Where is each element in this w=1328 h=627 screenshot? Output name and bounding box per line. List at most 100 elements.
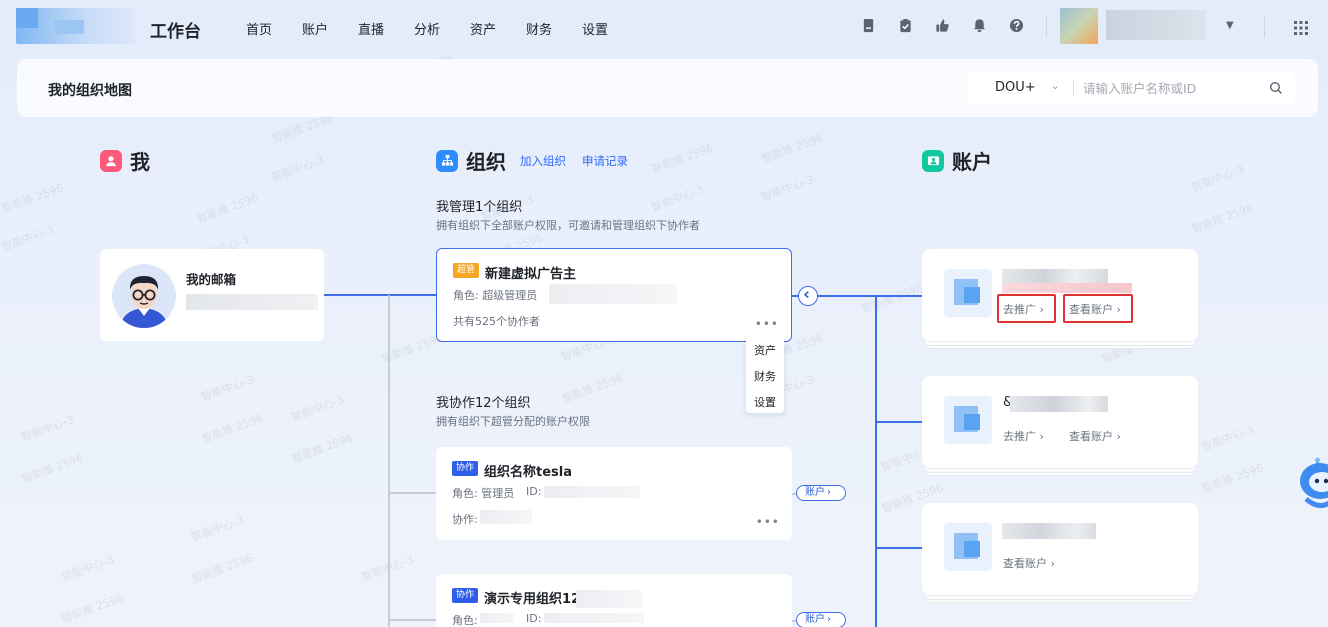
join-org-link[interactable]: 加入组织 xyxy=(520,153,566,169)
admin-badge: 超管 xyxy=(453,263,480,278)
promote-link[interactable]: 去推广 › xyxy=(1003,428,1044,444)
chevron-down-icon[interactable]: ▼ xyxy=(1226,20,1234,31)
highlight-box xyxy=(1063,294,1133,323)
nav-live[interactable]: 直播 xyxy=(358,19,414,38)
menu-item-finance[interactable]: 财务 xyxy=(754,368,776,384)
collab-org-card-2[interactable]: 协作 演示专用组织12222 角色: ID: xyxy=(436,574,792,627)
app-grid-icon[interactable] xyxy=(1293,20,1309,36)
managed-org-card[interactable]: 超管 新建虚拟广告主 角色: 超级管理员 共有525个协作者 ••• xyxy=(436,248,792,342)
search-input[interactable] xyxy=(1083,78,1263,98)
toolbar-divider-2 xyxy=(1264,16,1265,38)
org-id-label: ID: xyxy=(526,612,542,625)
watermark-text: 智能推 2596 xyxy=(19,451,85,486)
nav-assets[interactable]: 资产 xyxy=(470,19,526,38)
collapse-button[interactable] xyxy=(798,286,818,306)
platform-select[interactable]: DOU+ xyxy=(995,80,1036,95)
apply-records-link[interactable]: 申请记录 xyxy=(582,153,628,169)
account-card-3[interactable]: 查看账户 › xyxy=(922,503,1198,595)
view-account-link[interactable]: 查看账户 › xyxy=(1069,428,1121,444)
me-name: 我的邮箱 xyxy=(186,272,237,287)
watermark-text: 智能推 2596 xyxy=(189,551,255,586)
top-navbar: 工作台 首页 账户 直播 分析 资产 财务 设置 ▼ xyxy=(0,0,1328,56)
more-icon[interactable]: ••• xyxy=(755,317,779,331)
chevron-down-icon[interactable]: ⌄ xyxy=(1051,81,1059,92)
org-role: 角色: 管理员 xyxy=(452,487,515,500)
account-card-2[interactable]: & 去推广 › 查看账户 › xyxy=(922,376,1198,468)
account-card-1[interactable]: 去推广 › 查看账户 › xyxy=(922,249,1198,341)
document-icon[interactable] xyxy=(860,18,876,34)
view-account-link[interactable]: 查看账户 › xyxy=(1003,555,1055,571)
org-role: 角色: 超级管理员 xyxy=(453,289,538,302)
org-id-blurred xyxy=(544,613,644,623)
search-icon[interactable] xyxy=(1269,80,1283,94)
org-name: 组织名称tesla xyxy=(484,465,572,480)
account-icon xyxy=(922,149,944,172)
nav-account[interactable]: 账户 xyxy=(302,19,358,38)
logo[interactable] xyxy=(16,8,136,44)
account-section-header: 账户 xyxy=(922,146,992,175)
user-avatar[interactable] xyxy=(1060,8,1098,44)
menu-item-settings[interactable]: 设置 xyxy=(754,394,776,410)
page-title: 我的组织地图 xyxy=(48,83,132,99)
nav-finance[interactable]: 财务 xyxy=(526,19,582,38)
watermark-text: 智能推 2596 xyxy=(289,431,355,466)
managed-org-desc: 拥有组织下全部账户权限，可邀请和管理组织下协作者 xyxy=(436,219,700,232)
me-card[interactable]: 我的邮箱 xyxy=(100,249,324,341)
account-pill-button[interactable]: 账户 › xyxy=(796,612,846,627)
nav-home[interactable]: 首页 xyxy=(246,19,302,38)
collab-org-desc: 拥有组织下超管分配的账户权限 xyxy=(436,415,590,428)
watermark-text: 智能推 2596 xyxy=(1189,201,1255,236)
account-thumbnail xyxy=(944,523,992,571)
org-branch-2 xyxy=(390,619,436,621)
account-branch-2 xyxy=(875,421,922,423)
watermark-text: 智能推 2596 xyxy=(759,131,825,166)
collaborator-blurred xyxy=(480,510,532,524)
account-name-blurred xyxy=(1010,396,1108,412)
watermark-text: 智能中心-3 xyxy=(1189,162,1246,194)
menu-item-assets[interactable]: 资产 xyxy=(754,342,776,358)
user-name-blurred[interactable] xyxy=(1106,10,1206,40)
watermark-text: 智能中心-3 xyxy=(649,182,706,214)
account-pill-button[interactable]: 账户 › xyxy=(796,485,846,501)
org-role: 角色: xyxy=(452,614,478,627)
watermark-text: 智能推 2596 xyxy=(1199,461,1265,496)
page-header: 我的组织地图 DOU+ ⌄ xyxy=(17,59,1318,117)
clipboard-icon[interactable] xyxy=(897,18,913,34)
account-name-blurred xyxy=(1002,523,1096,539)
help-icon[interactable] xyxy=(1008,18,1024,34)
collaborator-label: 协作: xyxy=(452,513,478,526)
search-bar: DOU+ ⌄ xyxy=(967,72,1295,104)
account-thumbnail xyxy=(944,269,992,317)
watermark-text: 智能推 2596 xyxy=(649,141,715,176)
nav-analysis[interactable]: 分析 xyxy=(414,19,470,38)
account-section-title: 账户 xyxy=(952,150,992,174)
collab-badge: 协作 xyxy=(452,588,479,603)
watermark-text: 智能推 2596 xyxy=(194,191,260,226)
org-id-blurred xyxy=(544,486,640,498)
watermark-text: 智能中心-3 xyxy=(59,552,116,584)
org-branch-1 xyxy=(388,492,436,494)
thumbs-up-icon[interactable] xyxy=(934,18,950,34)
account-tree-trunk xyxy=(875,295,877,627)
watermark-text: 智能中心-3 xyxy=(0,222,56,254)
bell-icon[interactable] xyxy=(971,18,987,34)
assistant-robot-icon[interactable] xyxy=(1298,455,1328,513)
collaborator-count: 共有525个协作者 xyxy=(453,315,540,328)
chevron-left-icon xyxy=(803,291,809,299)
toolbar-icons xyxy=(860,18,1024,34)
avatar xyxy=(112,264,176,328)
org-id-blurred xyxy=(549,284,677,304)
brand-title: 工作台 xyxy=(150,22,201,42)
account-thumbnail xyxy=(944,396,992,444)
collab-badge: 协作 xyxy=(452,461,479,476)
nav-settings[interactable]: 设置 xyxy=(582,19,638,38)
account-id-blurred xyxy=(1002,283,1132,293)
collab-org-card-1[interactable]: 协作 组织名称tesla 角色: 管理员 ID: 协作: ••• xyxy=(436,447,792,540)
org-name-blurred xyxy=(576,590,642,608)
me-section-header: 我 xyxy=(100,146,150,175)
user-icon xyxy=(100,149,122,172)
toolbar-divider xyxy=(1046,16,1047,38)
me-section-title: 我 xyxy=(130,150,150,174)
more-icon[interactable]: ••• xyxy=(756,515,780,529)
me-email-blurred xyxy=(186,294,318,310)
